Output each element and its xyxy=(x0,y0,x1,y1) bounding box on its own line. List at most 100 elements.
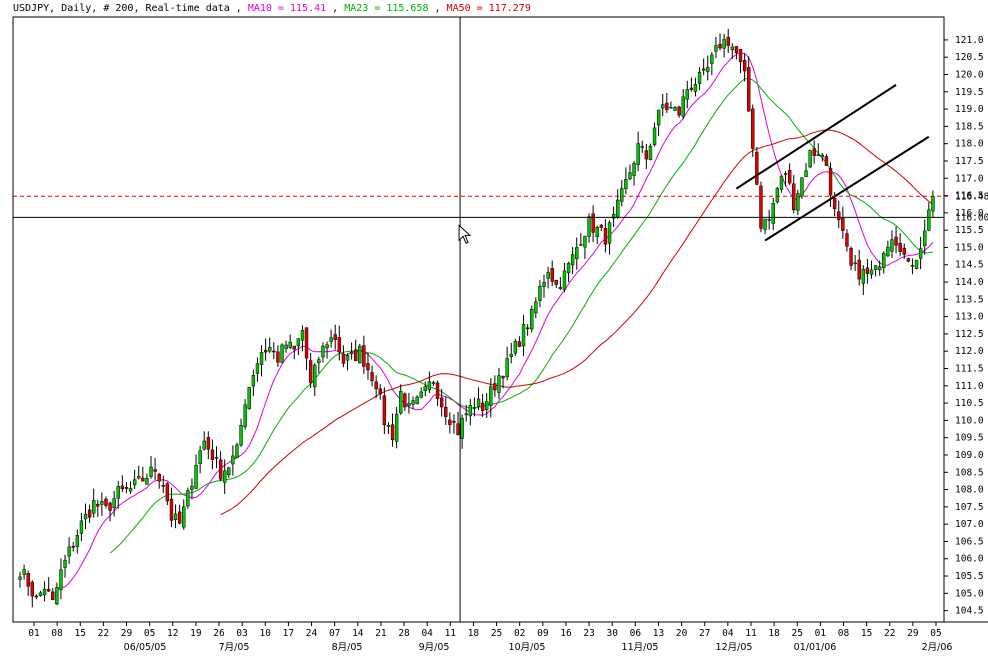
candle-body-up xyxy=(464,413,468,416)
candle-body-up xyxy=(579,244,583,246)
candle-body-up xyxy=(349,352,354,355)
candle-body-up xyxy=(321,345,325,358)
candle-body-up xyxy=(575,247,579,259)
candle-body-down xyxy=(366,363,370,371)
candle-body-down xyxy=(354,349,358,361)
candle xyxy=(914,259,919,270)
x-day-label: 14 xyxy=(352,628,364,639)
candle-body-up xyxy=(640,146,644,148)
candle-body-up xyxy=(394,413,399,442)
candle-body-up xyxy=(22,569,26,575)
y-tick-label: 112.5 xyxy=(955,329,984,340)
candle-body-down xyxy=(787,169,792,184)
candle-body-up xyxy=(59,569,63,591)
candle-body-up xyxy=(223,470,227,483)
candle-body-up xyxy=(779,175,784,190)
candle-body-down xyxy=(591,213,595,233)
candle-body-down xyxy=(759,185,763,229)
candle-body-up xyxy=(239,425,243,446)
candle-body-down xyxy=(910,265,915,267)
candle-body-down xyxy=(665,102,669,110)
y-tick-label: 104.5 xyxy=(955,606,984,617)
candle-body-down xyxy=(849,247,853,266)
x-month-label: 8月/05 xyxy=(332,642,363,653)
candle-body-down xyxy=(448,419,452,425)
y-tick-label: 112.0 xyxy=(955,346,984,357)
x-day-label: 06 xyxy=(630,628,642,639)
candle xyxy=(530,305,534,333)
x-day-label: 12 xyxy=(167,628,178,639)
candlestick-chart[interactable]: 121.0 120.5 120.0 119.5 119.0 118.5 118.0 117.5… xyxy=(0,0,988,659)
candle-body-up xyxy=(345,355,350,361)
candle-body-up xyxy=(509,354,513,357)
candle-body-up xyxy=(669,106,673,109)
x-month-label: 10月/05 xyxy=(509,642,546,653)
candle-body-up xyxy=(313,364,317,388)
candle-body-up xyxy=(918,248,923,259)
candle-body-down xyxy=(263,349,268,353)
x-day-label: 27 xyxy=(699,628,710,639)
candle-body-up xyxy=(570,254,575,266)
x-day-label: 17 xyxy=(283,628,294,639)
y-tick-label: 106.0 xyxy=(955,554,984,565)
candle-body-up xyxy=(804,170,808,177)
candle-body-down xyxy=(304,327,309,359)
candle-body-down xyxy=(832,198,837,209)
candle-body-down xyxy=(51,591,55,601)
candle-body-down xyxy=(812,148,816,156)
candle-body-up xyxy=(489,386,493,406)
candle-body-up xyxy=(816,154,820,156)
candle-body-up xyxy=(530,309,534,330)
candle-body-up xyxy=(325,344,329,349)
y-tick-label: 119.0 xyxy=(955,104,984,115)
candle-body-down xyxy=(333,334,337,340)
candle xyxy=(808,149,812,169)
candle-body-up xyxy=(100,501,104,505)
candle-body-up xyxy=(83,513,88,520)
candle-body-up xyxy=(79,520,84,534)
candle xyxy=(280,343,284,364)
x-day-label: 18 xyxy=(768,628,780,639)
candle-body-up xyxy=(112,498,116,509)
candle-body-up xyxy=(861,269,866,284)
x-month-label: 06/05/05 xyxy=(124,642,167,653)
candle-body-up xyxy=(648,145,653,160)
candle-body-down xyxy=(390,424,395,441)
y-tick-label: 111.5 xyxy=(955,364,984,375)
candle-body-down xyxy=(599,224,604,228)
candle xyxy=(775,186,780,204)
candle-body-down xyxy=(738,48,743,62)
candle-body-down xyxy=(701,68,706,71)
candle-body-down xyxy=(456,423,460,436)
y-tick-label: 114.5 xyxy=(955,260,984,271)
ma23-legend: MA23 = 115.658 xyxy=(344,3,428,14)
candle xyxy=(755,147,759,186)
candle-body-up xyxy=(137,476,141,479)
candle-body-up xyxy=(411,400,415,405)
candle-body-up xyxy=(55,587,59,605)
candle-body-up xyxy=(620,188,624,202)
candle xyxy=(648,143,653,161)
candle-body-down xyxy=(177,511,182,524)
candle-body-up xyxy=(231,455,235,465)
x-month-label: 9月/05 xyxy=(419,642,450,653)
candle-body-up xyxy=(914,259,919,269)
x-day-label: 04 xyxy=(421,628,433,639)
x-day-label: 09 xyxy=(537,628,549,639)
candle-body-up xyxy=(243,404,247,428)
candle-body-down xyxy=(34,595,39,598)
candle-body-down xyxy=(120,485,125,490)
x-day-label: 08 xyxy=(51,628,63,639)
candle-body-up xyxy=(38,592,43,597)
y-tick-label: 109.0 xyxy=(955,450,984,461)
candle-body-up xyxy=(562,270,567,290)
x-month-label: 11月/05 xyxy=(622,642,659,653)
candle-body-down xyxy=(792,183,796,211)
candle-body-up xyxy=(198,450,202,465)
y-tick-label: 117.5 xyxy=(955,156,984,167)
candle-body-down xyxy=(845,233,849,247)
candle-body-up xyxy=(214,457,219,459)
candle-body-up xyxy=(235,444,239,459)
candle-body-down xyxy=(370,372,374,382)
candle-body-up xyxy=(284,344,288,349)
